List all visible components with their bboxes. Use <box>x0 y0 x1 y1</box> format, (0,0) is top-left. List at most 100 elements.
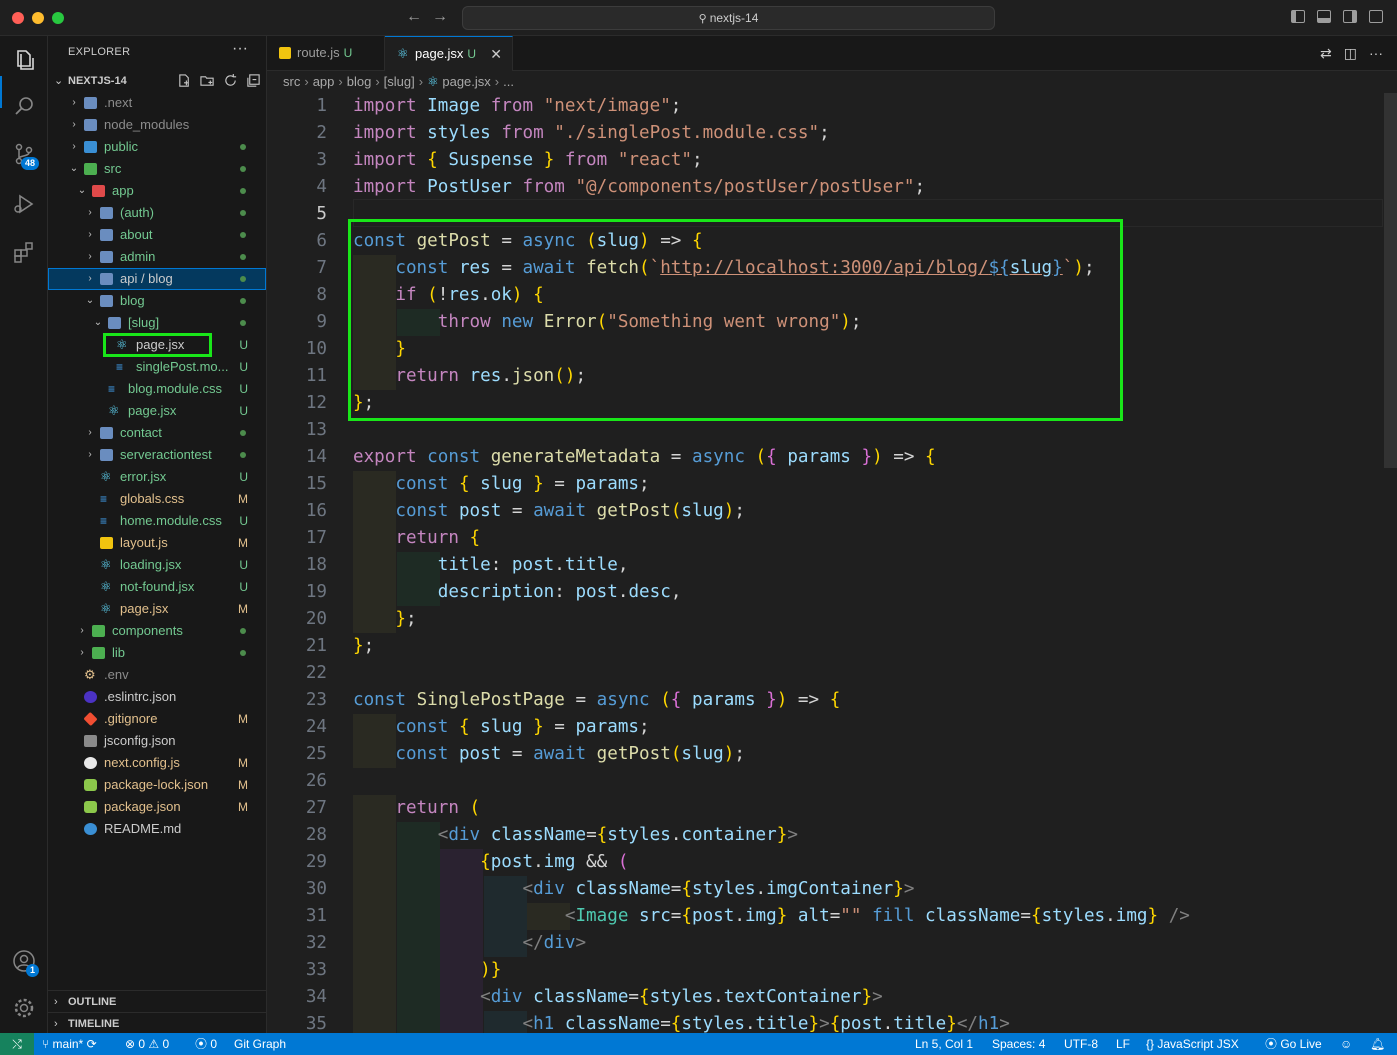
tree-file[interactable]: ⚛ page.jsx M <box>48 598 266 620</box>
tree-file[interactable]: ⚛ page.jsx U <box>48 400 266 422</box>
maximize-window-button[interactable] <box>52 12 64 24</box>
code-line[interactable]: 32 </div> <box>267 930 1383 957</box>
code-line[interactable]: 14 export const generateMetadata = async … <box>267 444 1383 471</box>
tree-file[interactable]: ≡ home.module.css U <box>48 510 266 532</box>
tree-folder[interactable]: ⌄ src <box>48 158 266 180</box>
tree-file[interactable]: package-lock.json M <box>48 774 266 796</box>
remote-icon[interactable]: ⤭ <box>0 1033 34 1055</box>
go-live-button[interactable]: ⦿ Go Live <box>1265 1033 1322 1055</box>
code-line[interactable]: 26 <box>267 768 1383 795</box>
extensions-icon[interactable] <box>12 240 36 264</box>
breadcrumb-item[interactable]: app <box>313 74 335 89</box>
explorer-icon[interactable] <box>12 48 36 72</box>
tree-file[interactable]: ⚛ not-found.jsx U <box>48 576 266 598</box>
code-line[interactable]: 17 return { <box>267 525 1383 552</box>
tree-file[interactable]: README.md <box>48 818 266 840</box>
tree-file[interactable]: ≡ globals.css M <box>48 488 266 510</box>
code-line[interactable]: 24 const { slug } = params; <box>267 714 1383 741</box>
tree-file[interactable]: ⚙ .env <box>48 664 266 686</box>
tree-folder[interactable]: › serveractiontest <box>48 444 266 466</box>
new-file-icon[interactable] <box>177 73 192 88</box>
code-line[interactable]: 22 <box>267 660 1383 687</box>
tree-folder[interactable]: › public <box>48 136 266 158</box>
run-debug-icon[interactable] <box>12 192 36 216</box>
encoding[interactable]: UTF-8 <box>1064 1033 1098 1055</box>
breadcrumb-item[interactable]: ... <box>503 74 514 89</box>
code-line[interactable]: 25 const post = await getPost(slug); <box>267 741 1383 768</box>
tree-folder[interactable]: › api / blog <box>48 268 266 290</box>
code-line[interactable]: 29 {post.img && ( <box>267 849 1383 876</box>
breadcrumb-item[interactable]: [slug] <box>384 74 415 89</box>
more-actions-icon[interactable]: ··· <box>1369 45 1383 62</box>
tree-folder[interactable]: › .next <box>48 92 266 114</box>
tab-page-jsx[interactable]: ⚛ page.jsx U ✕ <box>385 36 513 71</box>
editor-scrollbar[interactable] <box>1384 93 1397 468</box>
problems-status[interactable]: ⊗ 0 ⚠ 0 <box>125 1033 169 1055</box>
code-line[interactable]: 23 const SinglePostPage = async ({ params… <box>267 687 1383 714</box>
toggle-panel-icon[interactable] <box>1317 10 1331 23</box>
code-line[interactable]: 3 import { Suspense } from "react"; <box>267 147 1383 174</box>
outline-section-header[interactable]: › OUTLINE <box>48 990 266 1012</box>
code-line[interactable]: 16 const post = await getPost(slug); <box>267 498 1383 525</box>
close-window-button[interactable] <box>12 12 24 24</box>
feedback-icon[interactable]: ☺ <box>1340 1033 1352 1055</box>
tree-folder[interactable]: ⌄ blog <box>48 290 266 312</box>
breadcrumb-item[interactable]: page.jsx <box>442 74 490 89</box>
manage-gear-icon[interactable] <box>12 996 36 1020</box>
code-line[interactable]: 35 <h1 className={styles.title}>{post.ti… <box>267 1011 1383 1033</box>
code-line[interactable]: 13 <box>267 417 1383 444</box>
tree-file[interactable]: ≡ singlePost.mo... U <box>48 356 266 378</box>
code-line[interactable]: 15 const { slug } = params; <box>267 471 1383 498</box>
tree-folder[interactable]: › admin <box>48 246 266 268</box>
arrow-left-icon[interactable]: ← <box>406 8 422 26</box>
tree-file[interactable]: layout.js M <box>48 532 266 554</box>
language-mode[interactable]: {} JavaScript JSX <box>1146 1033 1239 1055</box>
code-line[interactable]: 28 <div className={styles.container}> <box>267 822 1383 849</box>
toggle-primary-sidebar-icon[interactable] <box>1291 10 1305 23</box>
code-line[interactable]: 30 <div className={styles.imgContainer}> <box>267 876 1383 903</box>
close-icon[interactable]: ✕ <box>490 37 502 71</box>
tree-file[interactable]: package.json M <box>48 796 266 818</box>
git-graph-button[interactable]: Git Graph <box>234 1033 286 1055</box>
arrow-right-icon[interactable]: → <box>432 8 448 26</box>
notifications-bell-icon[interactable]: 🔔︎ <box>1370 1033 1385 1055</box>
code-line[interactable]: 2 import styles from "./singlePost.module… <box>267 120 1383 147</box>
code-line[interactable]: 27 return ( <box>267 795 1383 822</box>
tree-folder[interactable]: › contact <box>48 422 266 444</box>
refresh-icon[interactable] <box>223 73 238 88</box>
tree-file[interactable]: .gitignore M <box>48 708 266 730</box>
customize-layout-icon[interactable] <box>1369 10 1383 23</box>
end-of-line[interactable]: LF <box>1116 1033 1130 1055</box>
cursor-position[interactable]: Ln 5, Col 1 <box>915 1033 973 1055</box>
code-line[interactable]: 1 import Image from "next/image"; <box>267 93 1383 120</box>
code-line[interactable]: 33 )} <box>267 957 1383 984</box>
search-icon[interactable] <box>12 94 36 118</box>
split-editor-icon[interactable]: ◫ <box>1344 45 1357 62</box>
tree-folder[interactable]: › lib <box>48 642 266 664</box>
collapse-all-icon[interactable] <box>246 73 261 88</box>
code-line[interactable]: 18 title: post.title, <box>267 552 1383 579</box>
tree-file[interactable]: ⚛ error.jsx U <box>48 466 266 488</box>
command-center-search[interactable]: ⚲ nextjs-14 <box>462 6 995 30</box>
branch-status[interactable]: ⑂ main* ⟳ <box>42 1033 97 1055</box>
tab-route-js[interactable]: route.js U <box>267 36 385 71</box>
tree-folder[interactable]: › about <box>48 224 266 246</box>
timeline-section-header[interactable]: › TIMELINE <box>48 1012 266 1033</box>
tree-folder[interactable]: › node_modules <box>48 114 266 136</box>
tree-folder[interactable]: ⌄ app <box>48 180 266 202</box>
breadcrumb-item[interactable]: src <box>283 74 300 89</box>
toggle-secondary-sidebar-icon[interactable] <box>1343 10 1357 23</box>
tree-folder[interactable]: › components <box>48 620 266 642</box>
tree-folder[interactable]: › (auth) <box>48 202 266 224</box>
code-line[interactable]: 4 import PostUser from "@/components/post… <box>267 174 1383 201</box>
indentation[interactable]: Spaces: 4 <box>992 1033 1045 1055</box>
new-folder-icon[interactable] <box>200 73 215 88</box>
tree-file[interactable]: ≡ blog.module.css U <box>48 378 266 400</box>
code-line[interactable]: 19 description: post.desc, <box>267 579 1383 606</box>
more-actions-icon[interactable]: ··· <box>232 40 248 58</box>
open-changes-icon[interactable]: ⇄ <box>1320 45 1332 62</box>
code-line[interactable]: 34 <div className={styles.textContainer}… <box>267 984 1383 1011</box>
breadcrumb-item[interactable]: blog <box>347 74 372 89</box>
code-line[interactable]: 20 }; <box>267 606 1383 633</box>
tree-file[interactable]: next.config.js M <box>48 752 266 774</box>
